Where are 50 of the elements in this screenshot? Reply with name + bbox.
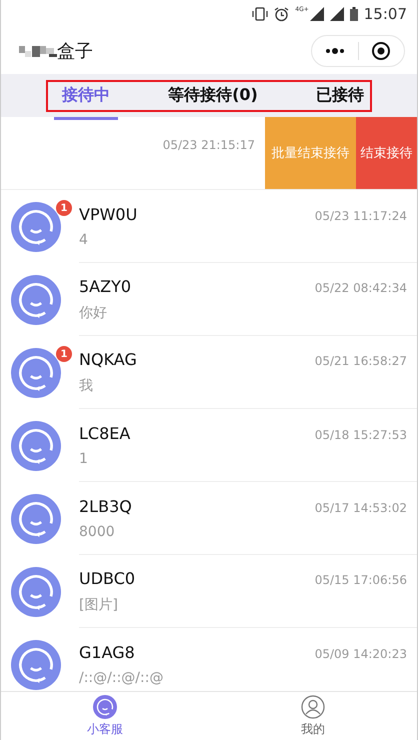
message-preview: [图片] [79, 596, 118, 614]
signal-icon [330, 7, 344, 21]
more-icon [324, 48, 345, 54]
contact-name: NQKAG [79, 350, 137, 368]
message-time: 05/09 14:20:23 [314, 646, 407, 660]
contact-name: 2LB3Q [79, 496, 132, 516]
message-preview: 8000 [79, 524, 115, 540]
status-time: 15:07 [364, 5, 407, 23]
avatar-icon [11, 348, 61, 398]
end-button[interactable]: 结束接待 [356, 117, 417, 189]
contact-name: UDBC0 [79, 568, 136, 588]
message-preview: 我 [79, 376, 93, 394]
avatar-icon [11, 420, 61, 470]
avatar-icon [11, 566, 61, 616]
message-time: 05/23 21:15:17 [162, 138, 255, 152]
avatar-icon [11, 202, 61, 252]
message-preview: 你好 [79, 304, 107, 322]
unread-badge: 1 [56, 200, 72, 216]
pixelated-text [19, 44, 57, 58]
target-icon [371, 41, 392, 61]
contact-name: LC8EA [79, 424, 130, 442]
message-preview: 4 [79, 232, 88, 248]
message-time: 05/15 17:06:56 [314, 572, 407, 586]
tab[interactable]: 等待接待(0) [168, 82, 258, 110]
battery-icon [350, 7, 358, 21]
message-time: 05/23 11:17:24 [314, 208, 407, 222]
tab[interactable]: 接待中 [62, 82, 110, 110]
nav-item[interactable]: 我的 [209, 692, 417, 740]
message-time: 05/17 14:53:02 [314, 500, 407, 514]
avatar-icon [11, 494, 61, 544]
message-preview: 1 [79, 450, 88, 466]
nav-item[interactable]: 小客服 [1, 692, 209, 740]
signal-icon [310, 7, 324, 21]
vibrate-icon [252, 7, 268, 21]
user-icon [301, 695, 325, 719]
avatar-icon [11, 640, 61, 690]
app-title: 盒子 [57, 40, 93, 63]
contact-name: VPW0U [79, 204, 138, 224]
contact-name: 5AZY0 [79, 276, 132, 296]
tab-indicator [54, 116, 118, 120]
avatar-icon [11, 274, 61, 324]
tab[interactable]: 已接待 [316, 82, 364, 110]
message-time: 05/22 08:42:34 [314, 280, 407, 294]
alarm-icon [274, 6, 290, 22]
message-preview: /::@/::@/::@ [79, 670, 164, 686]
message-time: 05/21 16:58:27 [314, 354, 407, 368]
service-icon [93, 695, 117, 719]
message-time: 05/18 15:27:53 [314, 428, 407, 442]
unread-badge: 1 [56, 346, 72, 362]
contact-name: G1AG8 [79, 642, 135, 662]
